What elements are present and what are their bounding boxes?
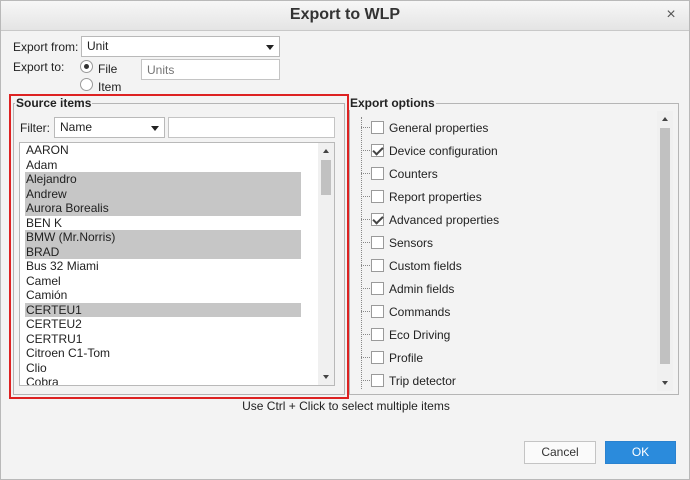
list-item-selected[interactable]: Aurora Borealis	[25, 201, 301, 216]
option-general-properties[interactable]: General properties	[361, 118, 651, 138]
list-item-selected[interactable]: Alejandro	[25, 172, 301, 187]
source-items-legend: Source items	[15, 96, 93, 110]
checkbox-eco-driving[interactable]	[371, 328, 384, 341]
multi-select-hint: Use Ctrl + Click to select multiple item…	[242, 399, 450, 413]
title-bar: Export to WLP ×	[1, 1, 689, 31]
scroll-down-icon[interactable]	[662, 381, 668, 385]
cancel-button[interactable]: Cancel	[524, 441, 596, 464]
export-to-label: Export to:	[13, 60, 65, 74]
list-item[interactable]: Citroen C1-Tom	[25, 346, 301, 361]
scroll-up-icon[interactable]	[662, 117, 668, 121]
filter-select-value: Name	[60, 120, 93, 134]
chevron-down-icon	[266, 45, 274, 50]
checkbox-trip-detector[interactable]	[371, 374, 384, 387]
list-item-selected[interactable]: Andrew	[25, 186, 301, 201]
checkbox-custom-fields[interactable]	[371, 259, 384, 272]
options-scrollbar[interactable]	[657, 111, 673, 391]
option-custom-fields[interactable]: Custom fields	[361, 256, 651, 276]
export-dialog: Export to WLP × Export from: Unit Export…	[0, 0, 690, 480]
option-report-properties[interactable]: Report properties	[361, 187, 651, 207]
source-list-scrollbar[interactable]	[318, 143, 334, 385]
checkbox-commands[interactable]	[371, 305, 384, 318]
close-icon[interactable]: ×	[663, 7, 679, 23]
checkbox-advanced-properties[interactable]	[371, 213, 384, 226]
filter-text-input[interactable]	[168, 117, 335, 138]
option-advanced-properties[interactable]: Advanced properties	[361, 210, 651, 230]
option-eco-driving[interactable]: Eco Driving	[361, 325, 651, 345]
list-item[interactable]: CERTEU2	[25, 317, 301, 332]
option-sensors[interactable]: Sensors	[361, 233, 651, 253]
list-item[interactable]: AARON	[25, 143, 301, 158]
list-item[interactable]: Cobra	[25, 375, 301, 385]
checkbox-general-properties[interactable]	[371, 121, 384, 134]
list-item[interactable]: BEN K	[25, 216, 301, 231]
export-options-legend: Export options	[349, 96, 436, 110]
list-item[interactable]: Clio	[25, 361, 301, 376]
option-device-configuration[interactable]: Device configuration	[361, 141, 651, 161]
option-profile[interactable]: Profile	[361, 348, 651, 368]
export-from-label: Export from:	[13, 40, 79, 54]
filter-select[interactable]: Name	[54, 117, 165, 138]
list-item[interactable]: Camión	[25, 288, 301, 303]
radio-file-label: File	[98, 62, 118, 76]
filter-label: Filter:	[20, 121, 50, 135]
checkbox-report-properties[interactable]	[371, 190, 384, 203]
scroll-up-icon[interactable]	[323, 149, 329, 153]
list-item[interactable]: Camel	[25, 274, 301, 289]
radio-file[interactable]	[80, 60, 93, 73]
checkbox-counters[interactable]	[371, 167, 384, 180]
export-item-input[interactable]	[141, 59, 280, 80]
chevron-down-icon	[151, 126, 159, 131]
option-counters[interactable]: Counters	[361, 164, 651, 184]
list-item-selected[interactable]: CERTEU1	[25, 302, 301, 317]
option-commands[interactable]: Commands	[361, 302, 651, 322]
checkbox-profile[interactable]	[371, 351, 384, 364]
radio-item[interactable]	[80, 78, 93, 91]
dialog-title: Export to WLP	[289, 6, 401, 23]
radio-item-label: Item	[98, 80, 122, 94]
checkbox-admin-fields[interactable]	[371, 282, 384, 295]
checkbox-sensors[interactable]	[371, 236, 384, 249]
list-item[interactable]: CERTRU1	[25, 332, 301, 347]
export-from-select[interactable]: Unit	[81, 36, 280, 57]
scroll-thumb[interactable]	[321, 160, 331, 195]
option-admin-fields[interactable]: Admin fields	[361, 279, 651, 299]
checkbox-device-configuration[interactable]	[371, 144, 384, 157]
ok-button[interactable]: OK	[605, 441, 676, 464]
scroll-thumb[interactable]	[660, 128, 670, 364]
option-trip-detector[interactable]: Trip detector	[361, 371, 651, 391]
list-item[interactable]: Bus 32 Miami	[25, 259, 301, 274]
list-item[interactable]: Adam	[25, 158, 301, 173]
export-from-value: Unit	[87, 39, 109, 53]
source-items-list[interactable]: AARON Adam Alejandro Andrew Aurora Borea…	[19, 142, 335, 386]
scroll-down-icon[interactable]	[323, 375, 329, 379]
list-item-selected[interactable]: BMW (Mr.Norris)	[25, 230, 301, 245]
list-item-selected[interactable]: BRAD	[25, 244, 301, 259]
